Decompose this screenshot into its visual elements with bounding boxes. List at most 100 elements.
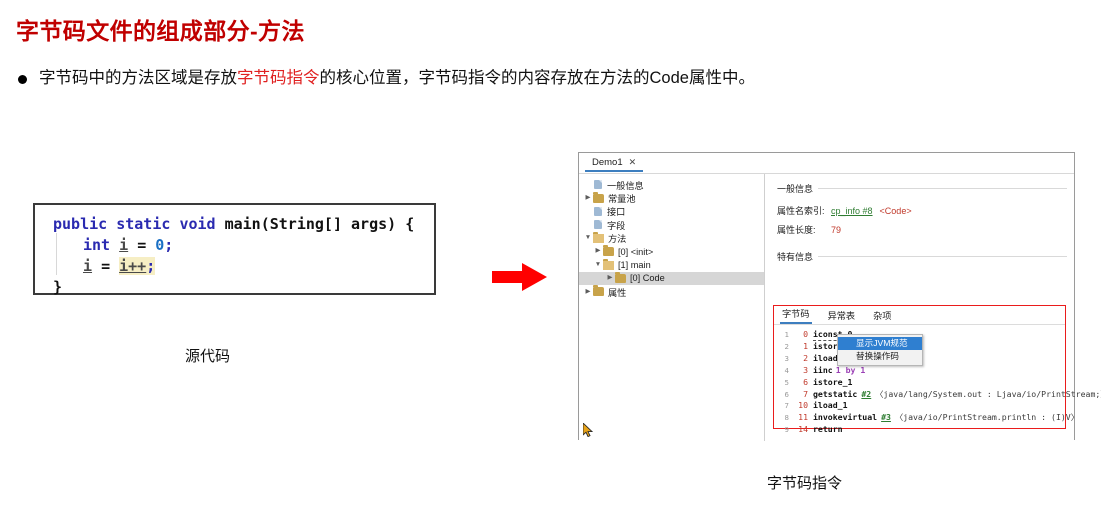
folder-open-icon <box>593 231 604 243</box>
constant-pool-ref[interactable]: #2 <box>861 389 871 400</box>
tree-item-general-info[interactable]: 一般信息 <box>579 178 764 191</box>
doc-icon <box>594 206 602 216</box>
folder-icon <box>615 271 626 283</box>
instruction-opcode: return <box>813 424 843 435</box>
property-value: <Code> <box>879 206 912 216</box>
page-title: 字节码文件的组成部分-方法 <box>16 18 305 44</box>
code-operator-eq: = <box>137 236 147 254</box>
folder-icon <box>593 285 604 297</box>
code-method-name: main <box>224 215 261 233</box>
tab-misc[interactable]: 杂项 <box>871 308 893 324</box>
line-number: 1 <box>784 330 789 339</box>
code-var-i-lhs: i <box>83 257 93 275</box>
cp-info-link[interactable]: cp_info #8 <box>831 206 873 216</box>
bytecode-row[interactable]: 5 6 istore_1 <box>774 377 1065 389</box>
property-attribute-length: 属性长度: 79 <box>777 223 1067 236</box>
property-value: 79 <box>831 225 842 235</box>
instruction-offset: 1 <box>803 340 808 351</box>
code-operator-eq-2: = <box>101 257 111 275</box>
line-number: 4 <box>784 365 789 375</box>
bytecode-row[interactable]: 9 14 return <box>774 424 1065 436</box>
tree-item-label: [1] main <box>618 260 651 271</box>
code-literal-zero: 0 <box>155 236 165 254</box>
tree-item-method-main[interactable]: ▼ [1] main <box>579 258 764 271</box>
ide-tab-strip: Demo1 ✕ <box>579 153 1074 174</box>
property-label: 属性名索引: <box>777 206 825 216</box>
red-arrow-icon <box>492 263 547 291</box>
bullet-text-part2: 的核心位置，字节码指令的内容存放在方法的Code属性中。 <box>319 69 755 87</box>
code-highlighted-expression: i++; <box>119 257 156 275</box>
ide-window: Demo1 ✕ 一般信息 ▶ 常量池 接口 字段 ▼ 方法 ▶ [0] <ini… <box>578 152 1101 441</box>
line-number: 9 <box>784 425 789 435</box>
code-line-2: int i = 0; <box>53 233 434 256</box>
instruction-descriptor: 〈java/io/PrintStream.println : (I)V〉 <box>894 412 1079 423</box>
code-method-signature: (String[] args) { <box>260 215 415 233</box>
tree-item-label: 属性 <box>608 287 627 298</box>
code-keyword-static: static <box>116 215 171 233</box>
bytecode-row[interactable]: 4 3 iinc 1 by 1 <box>774 365 1065 377</box>
chevron-right-icon[interactable]: ▶ <box>583 288 593 296</box>
line-number: 2 <box>784 341 789 351</box>
bullet-text-part1: 字节码中的方法区域是存放 <box>39 69 237 87</box>
code-line-1: public static void main(String[] args) { <box>53 214 434 235</box>
bytecode-panel: 字节码 异常表 杂项 1 0 iconst_0 2 1 istore_1 3 2… <box>773 305 1101 434</box>
instruction-opcode: istore_1 <box>813 376 853 387</box>
detail-pane: 一般信息 属性名索引: cp_info #8 <Code> 属性长度: 79 特… <box>765 174 1101 441</box>
line-number: 5 <box>784 377 789 387</box>
bytecode-row[interactable]: 7 10 iload_1 <box>774 400 1065 412</box>
tab-exception-table[interactable]: 异常表 <box>826 308 858 324</box>
bytecode-row[interactable]: 8 11 invokevirtual #3 〈java/io/PrintStre… <box>774 412 1079 424</box>
instruction-descriptor: 〈java/lang/System.out : Ljava/io/PrintSt… <box>875 388 1101 399</box>
folder-icon <box>593 191 604 203</box>
context-menu[interactable]: 显示JVM规范 替换操作码 <box>837 334 923 366</box>
chevron-down-icon[interactable]: ▼ <box>593 261 603 269</box>
tab-label: Demo1 <box>592 157 623 168</box>
bullet-text: 字节码中的方法区域是存放字节码指令的核心位置，字节码指令的内容存放在方法的Cod… <box>39 68 755 89</box>
tree-item-methods[interactable]: ▼ 方法 <box>579 231 764 245</box>
tab-bytecode[interactable]: 字节码 <box>780 306 812 324</box>
line-number: 3 <box>784 353 789 363</box>
code-line-4: } <box>53 277 434 298</box>
menu-item-replace-opcode[interactable]: 替换操作码 <box>838 350 922 363</box>
chevron-right-icon[interactable]: ▶ <box>583 194 593 202</box>
tree-item-label: 常量池 <box>608 194 636 205</box>
chevron-right-icon[interactable]: ▶ <box>593 248 603 255</box>
instruction-offset: 3 <box>803 364 808 375</box>
property-label: 属性长度: <box>777 225 816 235</box>
instruction-opcode: iload_1 <box>813 400 848 411</box>
close-icon[interactable]: ✕ <box>629 157 637 168</box>
bytecode-row[interactable]: 6 7 getstatic #2 〈java/lang/System.out :… <box>774 389 1101 401</box>
divider <box>818 256 1067 257</box>
tree-item-attributes[interactable]: ▶ 属性 <box>579 285 764 298</box>
bullet-text-highlight: 字节码指令 <box>237 69 320 87</box>
chevron-down-icon[interactable]: ▼ <box>583 234 593 242</box>
mouse-cursor-icon <box>583 423 594 437</box>
chevron-right-icon[interactable]: ▶ <box>605 275 615 282</box>
instruction-offset: 2 <box>803 352 808 363</box>
section-header-general-info: 一般信息 <box>777 182 1067 195</box>
folder-open-icon <box>603 258 614 270</box>
doc-icon <box>594 180 602 190</box>
code-semicolon-3: ; <box>146 257 156 275</box>
tab-demo1[interactable]: Demo1 ✕ <box>585 155 644 172</box>
bullet-marker-icon <box>18 75 27 84</box>
tree-item-label: [0] <init> <box>618 246 654 257</box>
tree-item-interfaces[interactable]: 接口 <box>579 205 764 218</box>
instruction-offset: 0 <box>803 329 808 339</box>
tree-item-constant-pool[interactable]: ▶ 常量池 <box>579 191 764 204</box>
line-number: 7 <box>784 401 789 411</box>
tree-item-method-init[interactable]: ▶ [0] <init> <box>579 245 764 258</box>
caption-bytecode: 字节码指令 <box>767 475 843 492</box>
instruction-offset: 14 <box>798 424 808 435</box>
bullet-item: 字节码中的方法区域是存放字节码指令的核心位置，字节码指令的内容存放在方法的Cod… <box>18 68 755 89</box>
section-title: 一般信息 <box>777 184 814 194</box>
tree-item-fields[interactable]: 字段 <box>579 218 764 231</box>
code-keyword-void: void <box>179 215 216 233</box>
tree-item-code-attribute[interactable]: ▶ [0] Code <box>579 271 764 286</box>
structure-tree[interactable]: 一般信息 ▶ 常量池 接口 字段 ▼ 方法 ▶ [0] <init> ▼ [1]… <box>579 174 765 441</box>
bytecode-instruction-list[interactable]: 1 0 iconst_0 2 1 istore_1 3 2 iload_1 4 … <box>774 325 1101 436</box>
tree-item-label: [0] Code <box>630 273 665 284</box>
constant-pool-ref[interactable]: #3 <box>881 412 891 423</box>
instruction-argument: 1 by 1 <box>835 364 866 375</box>
menu-item-show-jvm-spec[interactable]: 显示JVM规范 <box>838 337 922 350</box>
